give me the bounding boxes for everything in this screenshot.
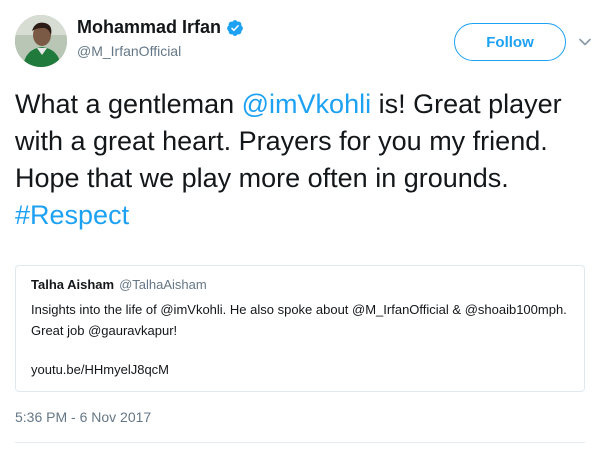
author-display-name[interactable]: Mohammad Irfan [77,17,221,38]
chevron-down-icon[interactable] [578,35,592,49]
quoted-tweet[interactable]: Talha Aisham @TalhaAisham Insights into … [15,265,585,392]
tweet-timestamp[interactable]: 5:36 PM - 6 Nov 2017 [15,409,151,425]
quoted-tweet-link[interactable]: youtu.be/HHmyelJ8qcM [31,362,169,377]
tweet-text: What a gentleman @imVkohli is! Great pla… [15,86,597,234]
follow-button[interactable]: Follow [454,23,566,61]
quoted-author-handle[interactable]: @TalhaAisham [119,277,207,292]
quoted-author-name[interactable]: Talha Aisham [31,277,114,292]
avatar[interactable] [15,15,67,67]
tweet-text-segment: What a gentleman [15,89,242,119]
verified-badge-icon [226,19,244,37]
profile-photo-icon [15,15,67,67]
mention-link[interactable]: @imVkohli [242,89,371,119]
hashtag-link[interactable]: #Respect [15,200,129,230]
quoted-tweet-header: Talha Aisham @TalhaAisham [31,277,207,292]
tweet-card: Mohammad Irfan @M_IrfanOfficial Follow W… [0,0,600,450]
author-handle[interactable]: @M_IrfanOfficial [77,43,181,59]
divider [15,442,585,443]
quoted-tweet-text: Insights into the life of @imVkohli. He … [31,302,567,338]
author-name-row: Mohammad Irfan [77,17,244,38]
